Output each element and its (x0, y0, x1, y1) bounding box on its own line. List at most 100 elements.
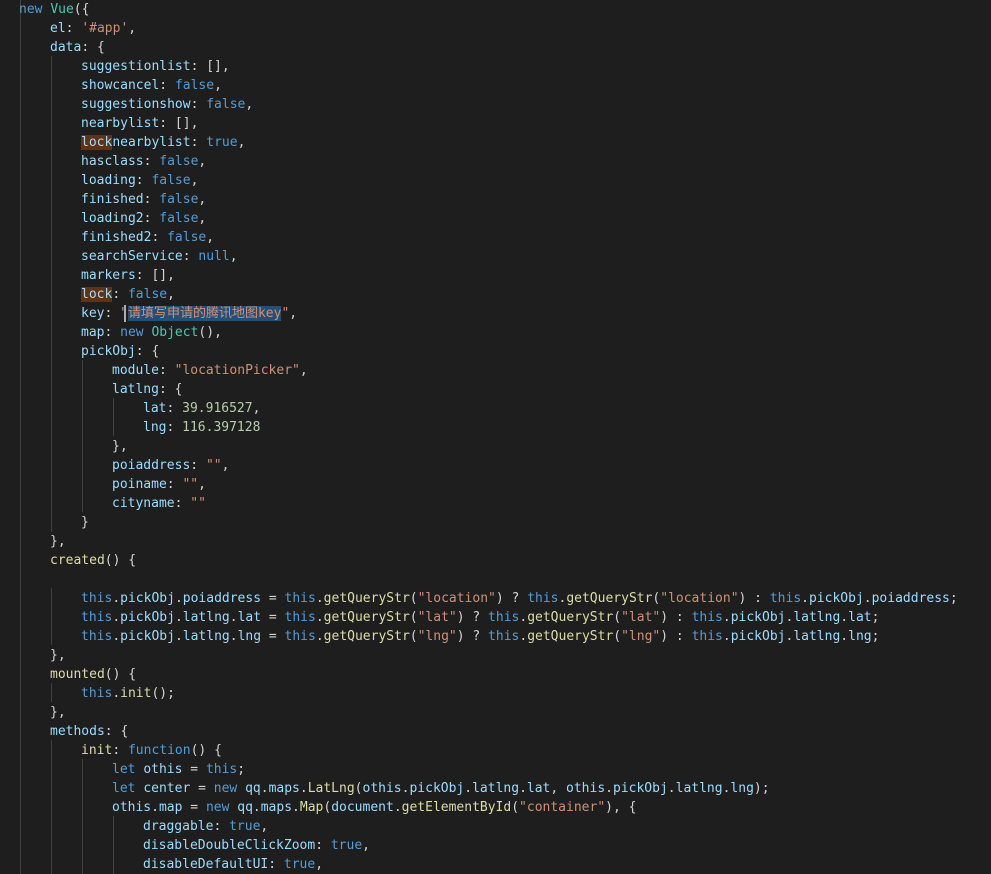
code-line[interactable]: poiaddress: "", (112, 456, 229, 475)
code-token: ) : (738, 591, 770, 606)
code-line[interactable]: lat: 39.916527, (143, 399, 260, 418)
code-token: key (81, 306, 105, 321)
code-token: this (284, 629, 316, 644)
code-token: = (190, 781, 214, 796)
code-token: ; (871, 629, 880, 644)
code-token: false (127, 287, 168, 302)
code-line[interactable]: this.init(); (81, 684, 175, 703)
code-token: ( (354, 781, 363, 796)
code-token: . (840, 629, 849, 644)
code-line[interactable]: module: "locationPicker", (112, 361, 308, 380)
code-token: this (81, 629, 113, 644)
code-token: : { (81, 40, 105, 55)
code-line[interactable]: created() { (50, 551, 136, 570)
code-token: null (198, 249, 230, 264)
code-token: nearbylist (81, 116, 160, 131)
code-line[interactable]: this.pickObj.latlng.lng = this.getQueryS… (81, 627, 879, 646)
code-token: latlng (112, 382, 159, 397)
code-editor[interactable]: new Vue({el: '#app', data: {suggestionlis… (0, 0, 991, 874)
code-token: ; (237, 762, 246, 777)
code-line[interactable]: let center = new qq.maps.LatLng(othis.pi… (112, 779, 770, 798)
code-line[interactable]: }, (50, 646, 66, 665)
code-line[interactable]: showcancel: false, (81, 76, 222, 95)
code-token: "" (190, 496, 206, 511)
code-line[interactable]: othis.map = new qq.maps.Map(document.get… (112, 798, 636, 817)
code-token: this (81, 686, 113, 701)
code-line[interactable]: markers: [], (81, 266, 175, 285)
code-line[interactable]: disableDefaultUI: true, (143, 855, 323, 874)
code-line[interactable]: draggable: true, (143, 817, 268, 836)
code-token: = (261, 629, 285, 644)
code-token: , (167, 287, 175, 302)
code-line[interactable]: new Vue({ (19, 0, 89, 19)
code-line[interactable]: this.pickObj.latlng.lat = this.getQueryS… (81, 608, 879, 627)
code-line[interactable]: disableDoubleClickZoom: true, (143, 836, 370, 855)
code-token: : (213, 819, 230, 834)
code-token: this (527, 591, 559, 606)
code-token: cityname (112, 496, 175, 511)
code-token: ); (753, 781, 770, 796)
code-line[interactable]: }, (112, 437, 128, 456)
code-token: ) : (660, 629, 692, 644)
code-token: : (182, 249, 199, 264)
code-line[interactable]: }, (50, 703, 66, 722)
code-token: "lng" (621, 629, 661, 644)
code-line[interactable]: let othis = this; (112, 760, 245, 779)
code-token: lng (848, 629, 872, 644)
code-line[interactable]: locknearbylist: true, (81, 133, 245, 152)
code-token: , (221, 458, 230, 473)
code-token: true (206, 135, 238, 150)
code-token: = (182, 800, 206, 815)
code-token: this (205, 762, 238, 777)
code-line[interactable]: methods: { (50, 722, 128, 741)
code-token: , (128, 21, 137, 36)
code-line[interactable]: map: new Object(), (81, 323, 222, 342)
code-line[interactable]: poiname: "", (112, 475, 206, 494)
code-line[interactable]: finished2: false, (81, 228, 214, 247)
code-line[interactable]: data: { (50, 38, 105, 57)
code-line[interactable]: finished: false, (81, 190, 206, 209)
code-token: getQueryStr (527, 629, 614, 644)
code-line[interactable]: lng: 116.397128 (143, 418, 260, 437)
code-token: ) ? (456, 610, 489, 625)
code-line[interactable]: init: function() { (81, 741, 222, 760)
code-token: : (166, 477, 183, 492)
code-token: othis (566, 781, 606, 796)
code-token: : (166, 420, 183, 435)
code-line[interactable]: mounted() { (50, 665, 136, 684)
code-token: maps (260, 800, 293, 815)
code-line[interactable]: nearbylist: [], (81, 114, 198, 133)
code-line[interactable]: } (81, 513, 89, 532)
code-line[interactable]: searchService: null, (81, 247, 238, 266)
code-token: Map (299, 800, 324, 815)
code-token: data (50, 40, 82, 55)
code-line[interactable]: }, (50, 532, 66, 551)
code-line[interactable]: suggestionshow: false, (81, 95, 253, 114)
code-token: . (315, 591, 324, 606)
code-line[interactable]: loading: false, (81, 171, 198, 190)
code-token: ( (409, 629, 418, 644)
code-line[interactable]: pickObj: { (81, 342, 159, 361)
code-token: false (151, 173, 191, 188)
code-line[interactable]: latlng: { (112, 380, 182, 399)
code-token: ( (613, 610, 622, 625)
code-line[interactable]: loading2: false, (81, 209, 206, 228)
code-token: : (190, 97, 207, 112)
code-line[interactable]: this.pickObj.poiaddress = this.getQueryS… (81, 589, 958, 608)
code-token: loading2 (81, 211, 144, 226)
code-token: . (519, 610, 528, 625)
code-line[interactable]: cityname: "" (112, 494, 206, 513)
code-line[interactable]: suggestionlist: [], (81, 57, 230, 76)
code-line[interactable]: lock: false, (81, 285, 175, 304)
code-token: qq (245, 781, 261, 796)
code-token: . (112, 591, 121, 606)
code-token: "location" (660, 591, 739, 606)
code-line[interactable]: key: "请填写申请的腾讯地图key", (81, 304, 297, 323)
code-token: suggestionlist (81, 59, 191, 74)
code-line[interactable]: hasclass: false, (81, 152, 206, 171)
code-token: loading (81, 173, 136, 188)
code-line[interactable]: el: '#app', (50, 19, 136, 38)
code-token: : (65, 21, 82, 36)
code-token: pickObj (81, 344, 136, 359)
code-token: map (81, 325, 105, 340)
